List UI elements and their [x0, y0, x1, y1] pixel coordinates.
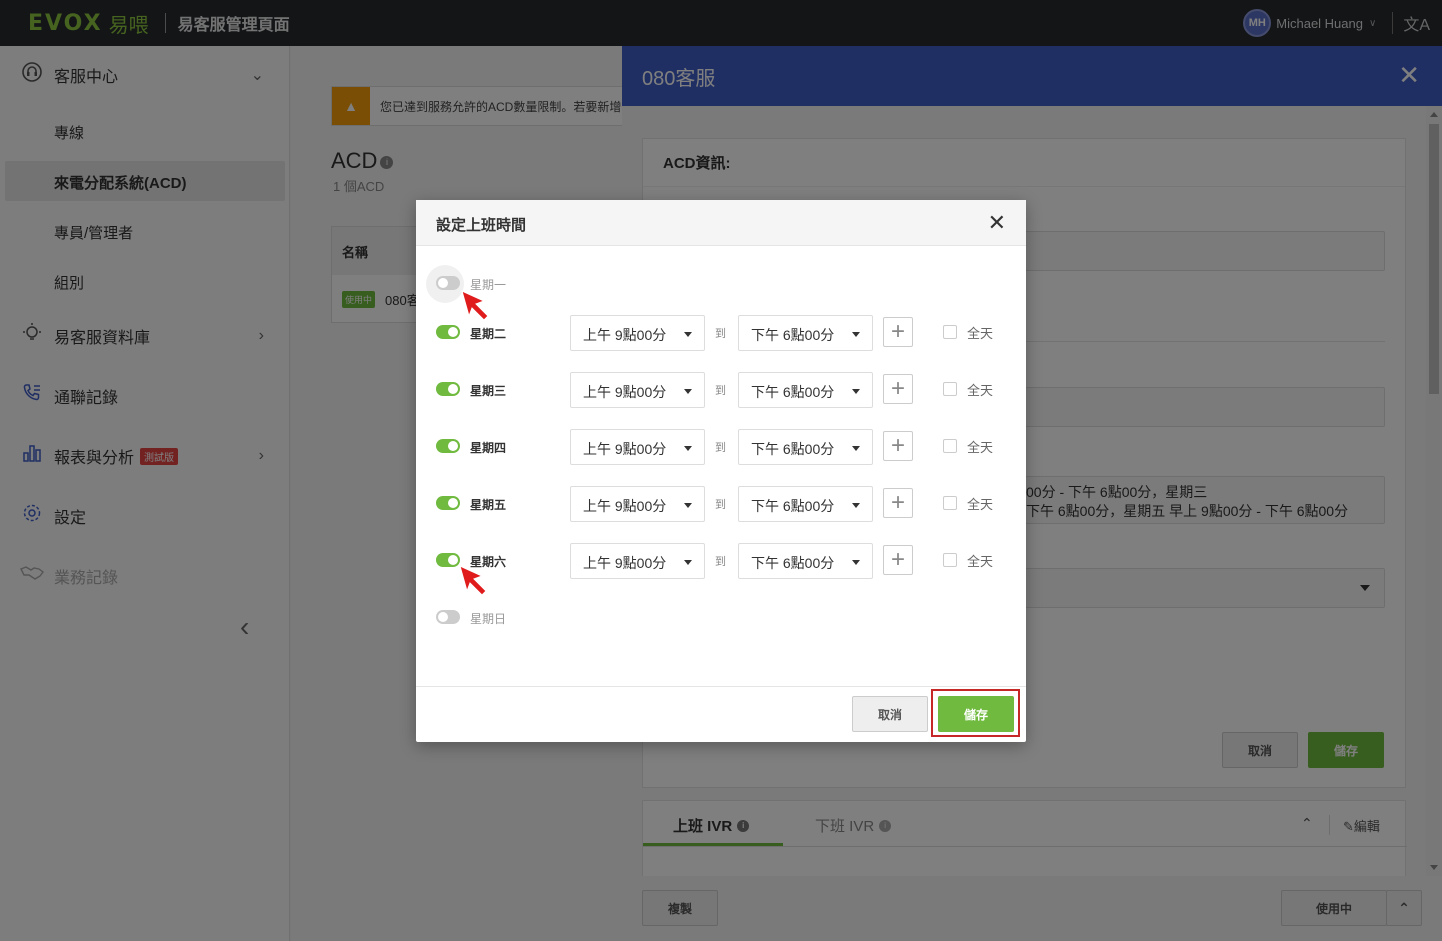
end-time-select[interactable]: 下午 6點00分 — [738, 315, 873, 351]
all-day-label: 全天 — [967, 497, 994, 512]
end-time-value: 下午 6點00分 — [751, 441, 835, 457]
to-label: 到 — [715, 556, 726, 568]
cancel-button[interactable]: 取消 — [852, 696, 928, 732]
toggle-sunday[interactable] — [436, 610, 460, 624]
day-label: 星期五 — [470, 498, 507, 512]
all-day-label: 全天 — [967, 383, 994, 398]
day-row-saturday: 星期六 上午 9點00分 到 下午 6點00分 + 全天 — [416, 541, 1026, 581]
day-row-friday: 星期五 上午 9點00分 到 下午 6點00分 + 全天 — [416, 484, 1026, 524]
to-label: 到 — [715, 499, 726, 511]
pointer-arrow-icon — [461, 290, 489, 321]
day-row-wednesday: 星期三 上午 9點00分 到 下午 6點00分 + 全天 — [416, 370, 1026, 410]
caret-down-icon — [684, 446, 692, 451]
end-time-select[interactable]: 下午 6點00分 — [738, 372, 873, 408]
all-day-label: 全天 — [967, 554, 994, 569]
add-time-range-button[interactable]: + — [883, 431, 913, 461]
toggle-tuesday[interactable] — [436, 325, 460, 339]
end-time-select[interactable]: 下午 6點00分 — [738, 543, 873, 579]
all-day-checkbox[interactable] — [943, 553, 957, 567]
to-label: 到 — [715, 385, 726, 397]
modal-header: 設定上班時間 ✕ — [416, 200, 1026, 246]
close-icon[interactable]: ✕ — [988, 210, 1006, 236]
toggle-wednesday[interactable] — [436, 382, 460, 396]
start-time-value: 上午 9點00分 — [583, 384, 667, 400]
start-time-select[interactable]: 上午 9點00分 — [570, 543, 705, 579]
toggle-saturday[interactable] — [436, 553, 460, 567]
all-day-checkbox[interactable] — [943, 325, 957, 339]
add-time-range-button[interactable]: + — [883, 488, 913, 518]
caret-down-icon — [852, 503, 860, 508]
end-time-value: 下午 6點00分 — [751, 498, 835, 514]
day-row-thursday: 星期四 上午 9點00分 到 下午 6點00分 + 全天 — [416, 427, 1026, 467]
caret-down-icon — [852, 560, 860, 565]
caret-down-icon — [684, 332, 692, 337]
all-day-label: 全天 — [967, 326, 994, 341]
add-time-range-button[interactable]: + — [883, 374, 913, 404]
add-time-range-button[interactable]: + — [883, 317, 913, 347]
day-label: 星期二 — [470, 327, 507, 341]
all-day-checkbox[interactable] — [943, 439, 957, 453]
all-day-checkbox[interactable] — [943, 382, 957, 396]
caret-down-icon — [684, 503, 692, 508]
pointer-arrow-icon — [459, 565, 487, 596]
toggle-thursday[interactable] — [436, 439, 460, 453]
day-row-tuesday: 星期二 上午 9點00分 到 下午 6點00分 + 全天 — [416, 313, 1026, 353]
end-time-value: 下午 6點00分 — [751, 384, 835, 400]
modal-title: 設定上班時間 — [436, 217, 527, 234]
start-time-select[interactable]: 上午 9點00分 — [570, 372, 705, 408]
end-time-value: 下午 6點00分 — [751, 555, 835, 571]
all-day-label: 全天 — [967, 440, 994, 455]
to-label: 到 — [715, 442, 726, 454]
day-row-monday: 星期一 — [416, 264, 1026, 304]
working-hours-modal: 設定上班時間 ✕ 星期一 星期二 上午 9點00分 到 下午 6點00分 + 全… — [416, 200, 1026, 742]
day-label: 星期日 — [470, 612, 507, 626]
end-time-select[interactable]: 下午 6點00分 — [738, 486, 873, 522]
end-time-select[interactable]: 下午 6點00分 — [738, 429, 873, 465]
start-time-value: 上午 9點00分 — [583, 555, 667, 571]
start-time-select[interactable]: 上午 9點00分 — [570, 315, 705, 351]
caret-down-icon — [684, 389, 692, 394]
start-time-value: 上午 9點00分 — [583, 327, 667, 343]
day-label: 星期三 — [470, 384, 507, 398]
toggle-monday[interactable] — [436, 276, 460, 290]
day-label: 星期四 — [470, 441, 507, 455]
toggle-friday[interactable] — [436, 496, 460, 510]
all-day-checkbox[interactable] — [943, 496, 957, 510]
start-time-value: 上午 9點00分 — [583, 498, 667, 514]
highlight-box — [931, 689, 1020, 737]
start-time-select[interactable]: 上午 9點00分 — [570, 486, 705, 522]
caret-down-icon — [684, 560, 692, 565]
start-time-select[interactable]: 上午 9點00分 — [570, 429, 705, 465]
caret-down-icon — [852, 446, 860, 451]
caret-down-icon — [852, 332, 860, 337]
to-label: 到 — [715, 328, 726, 340]
add-time-range-button[interactable]: + — [883, 545, 913, 575]
caret-down-icon — [852, 389, 860, 394]
end-time-value: 下午 6點00分 — [751, 327, 835, 343]
day-row-sunday: 星期日 — [416, 598, 1026, 638]
start-time-value: 上午 9點00分 — [583, 441, 667, 457]
